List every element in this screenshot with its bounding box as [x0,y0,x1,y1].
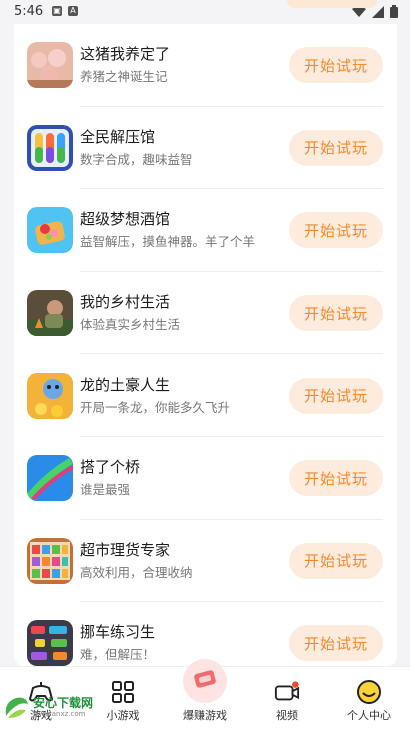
signal-icon [372,5,384,18]
font-icon: A [68,6,78,16]
battery-icon [390,5,398,18]
game-row[interactable]: 这猪我养定了 养猪之神诞生记 开始试玩 [14,24,397,107]
village-man-game-icon[interactable] [27,290,73,337]
game-description: 数字合成，趣味益智 [80,151,193,167]
bridge-run-game-icon[interactable] [27,455,73,502]
tab-label: 个人中心 [347,709,391,722]
tab-smile-face[interactable]: 个人中心 [328,667,410,729]
game-description: 益智解压，摸鱼神器。羊了个羊 [80,234,256,250]
game-description: 开局一条龙，你能多久飞升 [80,399,231,415]
game-name: 全民解压馆 [80,127,156,146]
game-name: 搭了个桥 [80,458,141,477]
game-description: 体验真实乡村生活 [80,317,181,333]
game-row[interactable]: 龙的土豪人生 开局一条龙，你能多久飞升 开始试玩 [14,354,397,437]
smile-face-icon [356,679,382,705]
game-row[interactable]: 全民解压馆 数字合成，趣味益智 开始试玩 [14,107,397,190]
game-name: 龙的土豪人生 [80,375,171,394]
start-trial-button[interactable]: 开始试玩 [289,129,383,166]
tab-money[interactable]: 爆赚游戏 [164,659,246,729]
start-trial-button[interactable]: 开始试玩 [289,212,383,249]
watermark-logo-icon [5,697,28,718]
start-trial-button[interactable]: 开始试玩 [289,460,383,497]
start-trial-button[interactable]: 开始试玩 [289,377,383,414]
grid-icon [110,679,136,705]
game-row[interactable]: 搭了个桥 谁是最强 开始试玩 [14,437,397,520]
start-trial-button[interactable]: 开始试玩 [289,295,383,332]
start-trial-button[interactable]: 开始试玩 [289,625,383,662]
game-list: 这猪我养定了 养猪之神诞生记 开始试玩 全民解压馆 数字合成，趣味益智 开始试玩… [14,24,397,685]
game-row[interactable]: 超级梦想酒馆 益智解压，摸鱼神器。羊了个羊 开始试玩 [14,189,397,272]
color-tubes-game-icon[interactable] [27,124,73,171]
game-name: 超级梦想酒馆 [80,210,171,229]
game-description: 难，但解压！ [80,647,156,663]
game-name: 挪车练习生 [80,623,156,642]
previous-try-button-edge[interactable] [287,0,377,8]
shelf-game-icon[interactable] [27,537,73,584]
game-row[interactable]: 超市理货专家 高效利用，合理收纳 开始试玩 [14,520,397,603]
tab-video[interactable]: 视频 [246,667,328,729]
watermark-title: 安心下载网 [33,695,94,710]
start-trial-button[interactable]: 开始试玩 [289,542,383,579]
game-description: 养猪之神诞生记 [80,69,168,85]
start-trial-button[interactable]: 开始试玩 [289,47,383,84]
game-name: 超市理货专家 [80,540,171,559]
watermark: 安心下载网 www.anxz.com [2,694,93,720]
game-description: 谁是最强 [80,482,131,498]
tab-label: 爆赚游戏 [183,709,227,722]
game-name: 我的乡村生活 [80,293,171,312]
pigs-game-icon[interactable] [27,42,73,89]
video-icon [274,679,300,705]
watermark-url: www.anxz.com [33,709,86,718]
game-description: 高效利用，合理收纳 [80,564,193,580]
parking-game-icon[interactable] [27,620,73,667]
food-plate-game-icon[interactable] [27,207,73,254]
game-name: 这猪我养定了 [80,45,171,64]
status-time: 5:46 [14,4,44,19]
game-row[interactable]: 我的乡村生活 体验真实乡村生活 开始试玩 [14,272,397,355]
tab-label: 视频 [276,709,298,722]
money-icon [191,665,219,697]
tab-label: 小游戏 [106,709,140,722]
notification-icon: ▣ [52,6,62,16]
dragon-coins-game-icon[interactable] [27,372,73,419]
tab-grid[interactable]: 小游戏 [82,667,164,729]
